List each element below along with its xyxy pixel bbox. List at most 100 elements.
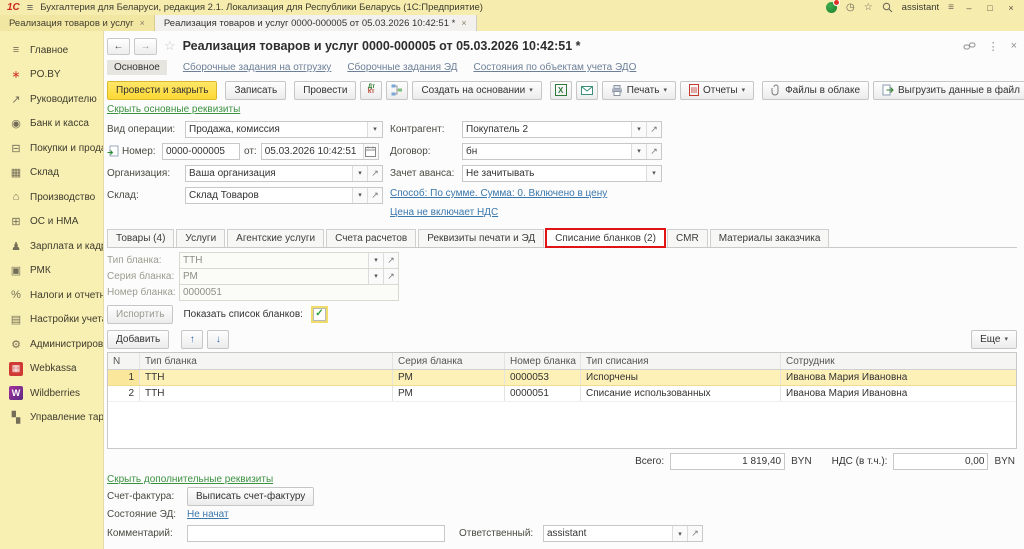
window-tab-list[interactable]: Реализация товаров и услуг × [0,15,155,31]
tab-cmr[interactable]: CMR [667,229,708,247]
counterparty-input[interactable] [463,122,631,137]
show-postings-button[interactable]: ДтКт [360,81,382,100]
blank-number-field[interactable] [179,284,399,301]
col-employee[interactable]: Сотрудник [781,353,1016,369]
nav-assembly-shipment[interactable]: Сборочные задания на отгрузку [183,62,331,73]
favorites-star-icon[interactable]: ☆ [864,3,873,13]
operation-input[interactable] [186,122,367,137]
post-and-close-button[interactable]: Провести и закрыть [107,81,217,100]
favorite-star-icon[interactable]: ☆ [164,38,176,54]
tab-agent-services[interactable]: Агентские услуги [227,229,324,247]
minimize-icon[interactable]: – [963,3,975,13]
chevron-down-icon[interactable]: ▾ [352,188,367,203]
sidebar-item-poby[interactable]: ∗PO.BY [0,63,103,88]
spoil-button[interactable]: Испортить [107,305,173,324]
close-form-icon[interactable]: × [1011,40,1017,52]
cloud-files-button[interactable]: Файлы в облаке [762,81,869,100]
nav-edo-states[interactable]: Состояния по объектам учета ЭДО [473,62,636,73]
save-button[interactable]: Записать [225,81,286,100]
date-field[interactable] [261,143,379,160]
sidebar-item-production[interactable]: ⌂Производство [0,185,103,210]
sidebar-item-tariff[interactable]: ▚Управление тарифом [0,406,103,431]
blank-number-input[interactable] [180,285,398,300]
table-row[interactable]: 1 ТТН РМ 0000053 Испорчены Иванова Мария… [108,370,1016,386]
open-item-icon[interactable]: ↗ [367,188,382,203]
sidebar-item-warehouse[interactable]: ▦Склад [0,161,103,186]
tab-print-details[interactable]: Реквизиты печати и ЭД [418,229,544,247]
method-link[interactable]: Способ: По сумме. Сумма: 0. Включено в ц… [390,188,607,199]
show-blank-list-checkbox[interactable]: ✓ [313,308,326,321]
window-tab-document[interactable]: Реализация товаров и услуг 0000-000005 о… [155,15,477,31]
col-n[interactable]: N [108,353,140,369]
table-more-button[interactable]: Еще▾ [971,330,1017,349]
get-link-icon[interactable] [963,40,976,52]
sidebar-item-main[interactable]: ≡Главное [0,38,103,63]
sidebar-item-bank-cash[interactable]: ◉Банк и касса [0,112,103,137]
sidebar-item-salary-hr[interactable]: ♟Зарплата и кадры [0,234,103,259]
tab-accounts[interactable]: Счета расчетов [326,229,416,247]
tab-customer-materials[interactable]: Материалы заказчика [710,229,830,247]
nav-assembly-ed[interactable]: Сборочные задания ЭД [347,62,457,73]
main-menu-icon[interactable]: ≡ [27,2,33,14]
col-writeoff-type[interactable]: Тип списания [581,353,781,369]
back-button[interactable]: ← [107,38,130,55]
col-blank-series[interactable]: Серия бланка [393,353,505,369]
sidebar-item-fixed-assets[interactable]: ⊞ОС и НМА [0,210,103,235]
vat-price-link[interactable]: Цена не включает НДС [390,207,498,218]
chevron-down-icon[interactable]: ▾ [352,166,367,181]
blank-type-select[interactable]: ▾ ↗ [179,252,399,269]
operation-select[interactable]: ▾ [185,121,383,138]
export-data-button[interactable]: Выгрузить данные в файл [873,81,1024,100]
blank-series-select[interactable]: ▾ ↗ [179,268,399,285]
col-blank-type[interactable]: Тип бланка [140,353,393,369]
structure-button[interactable] [386,81,408,100]
open-item-icon[interactable]: ↗ [687,526,702,541]
forward-button[interactable]: → [134,38,157,55]
number-field[interactable] [162,143,240,160]
chevron-down-icon[interactable]: ▾ [646,166,661,181]
tab-blank-writeoff[interactable]: Списание бланков (2) [546,229,665,247]
excel-export-button[interactable]: X [550,81,572,100]
counterparty-select[interactable]: ▾ ↗ [462,121,662,138]
add-row-button[interactable]: Добавить [107,330,169,349]
create-based-on-button[interactable]: Создать на основании▾ [412,81,541,100]
print-button[interactable]: Печать▾ [602,81,676,100]
sidebar-item-wildberries[interactable]: WWildberries [0,381,103,406]
blank-series-input[interactable] [180,269,368,284]
open-item-icon[interactable]: ↗ [646,144,661,159]
service-menu-icon[interactable]: ≡ [948,3,954,13]
advance-input[interactable] [463,166,646,181]
more-menu-icon[interactable]: ⋮ [988,40,999,53]
chevron-down-icon[interactable]: ▾ [367,122,382,137]
sidebar-item-manager[interactable]: ↗Руководителю [0,87,103,112]
number-input[interactable] [163,144,239,159]
move-up-button[interactable]: ↑ [181,330,203,349]
table-row[interactable]: 2 ТТН РМ 0000051 Списание использованных… [108,386,1016,402]
open-item-icon[interactable]: ↗ [367,166,382,181]
col-blank-number[interactable]: Номер бланка [505,353,581,369]
ed-state-link[interactable]: Не начат [187,509,229,520]
history-icon[interactable]: ◷ [846,3,855,13]
hide-main-attributes-link[interactable]: Скрыть основные реквизиты [107,103,240,116]
advance-select[interactable]: ▾ [462,165,662,182]
table-empty-area[interactable] [108,402,1016,448]
notifications-icon[interactable] [826,2,837,13]
contract-select[interactable]: ▾ ↗ [462,143,662,160]
tab-services[interactable]: Услуги [176,229,225,247]
open-item-icon[interactable]: ↗ [646,122,661,137]
chevron-down-icon[interactable]: ▾ [672,526,687,541]
warehouse-select[interactable]: ▾ ↗ [185,187,383,204]
post-button[interactable]: Провести [294,81,356,100]
set-number-icon[interactable] [107,145,119,157]
sidebar-item-rmk[interactable]: ▣РМК [0,259,103,284]
responsible-input[interactable] [544,526,672,541]
hide-additional-attributes-link[interactable]: Скрыть дополнительные реквизиты [107,473,273,486]
sidebar-item-webkassa[interactable]: ▦Webkassa [0,357,103,382]
organization-select[interactable]: ▾ ↗ [185,165,383,182]
organization-input[interactable] [186,166,352,181]
close-tab-icon[interactable]: × [140,18,145,28]
close-window-icon[interactable]: × [1005,3,1017,13]
nav-main[interactable]: Основное [107,60,167,75]
sidebar-item-administration[interactable]: ⚙Администрирование [0,332,103,357]
move-down-button[interactable]: ↓ [207,330,229,349]
